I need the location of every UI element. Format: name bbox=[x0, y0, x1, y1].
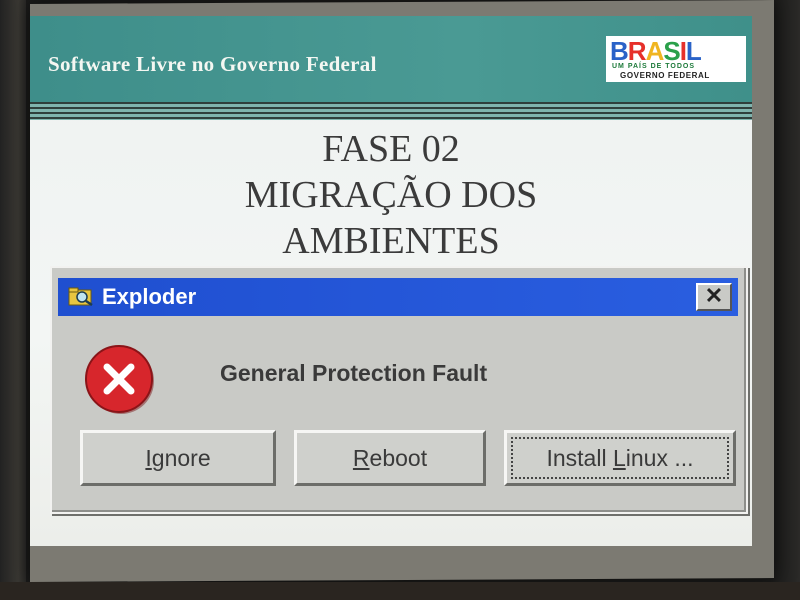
error-x-icon bbox=[85, 345, 154, 414]
ignore-label: gnore bbox=[151, 444, 211, 471]
presentation-slide: Software Livre no Governo Federal BRASIL… bbox=[30, 16, 752, 546]
logo-tagline: UM PAÍS DE TODOS bbox=[612, 63, 696, 70]
close-icon: ✕ bbox=[704, 283, 724, 308]
reboot-accel: R bbox=[352, 444, 370, 471]
install-linux-accel: L bbox=[612, 444, 626, 471]
dialog-titlebar[interactable]: Exploder ✕ bbox=[58, 278, 738, 316]
close-button[interactable]: ✕ bbox=[696, 283, 732, 311]
reboot-button[interactable]: Reboot bbox=[294, 430, 486, 486]
install-linux-button[interactable]: Install Linux ... bbox=[504, 430, 736, 486]
banner-stripes bbox=[30, 102, 752, 120]
logo-wordmark: BRASIL bbox=[610, 36, 702, 66]
install-linux-label: inux ... bbox=[625, 444, 694, 471]
error-dialog: Exploder ✕ General Protection Fault Igno… bbox=[50, 266, 748, 514]
slide-title-line: MIGRAÇÃO DOS bbox=[244, 174, 538, 216]
slide-title-line: FASE 02 bbox=[322, 128, 460, 170]
slide-banner: Software Livre no Governo Federal BRASIL… bbox=[30, 16, 752, 102]
room-wall-left bbox=[0, 0, 26, 600]
banner-title: Software Livre no Governo Federal bbox=[48, 52, 377, 76]
install-linux-label-pre: Install bbox=[546, 444, 613, 471]
error-message: General Protection Fault bbox=[220, 360, 488, 386]
folder-magnifier-icon bbox=[68, 287, 93, 306]
dialog-title: Exploder bbox=[102, 284, 197, 309]
brasil-government-logo: BRASIL UM PAÍS DE TODOS GOVERNO FEDERAL bbox=[606, 36, 746, 82]
reboot-label: eboot bbox=[369, 444, 428, 471]
room-floor bbox=[0, 582, 800, 600]
slide-title: FASE 02 MIGRAÇÃO DOS AMBIENTES bbox=[30, 126, 752, 264]
room-wall-right bbox=[770, 0, 800, 600]
logo-subtitle: GOVERNO FEDERAL bbox=[620, 71, 710, 80]
slide-title-line: AMBIENTES bbox=[282, 220, 500, 262]
ignore-button[interactable]: Ignore bbox=[80, 430, 276, 486]
